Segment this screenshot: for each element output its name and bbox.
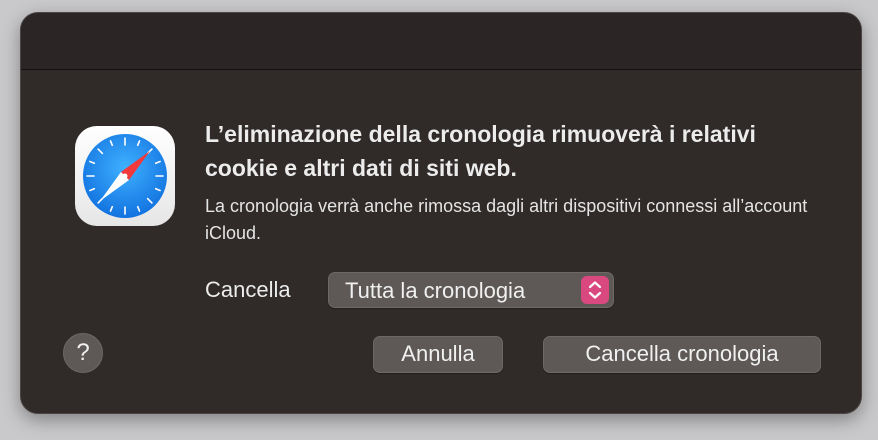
- dialog-titlebar: [21, 13, 861, 70]
- dialog-message: La cronologia verrà anche rimossa dagli …: [205, 196, 808, 243]
- safari-icon: [73, 124, 177, 228]
- clear-history-dialog: L’eliminazione della cronologia rimuover…: [20, 12, 862, 414]
- cancel-button[interactable]: Annulla: [373, 336, 503, 373]
- history-range-select[interactable]: Tutta la cronologia: [328, 272, 614, 308]
- clear-history-button[interactable]: Cancella cronologia: [543, 336, 821, 373]
- history-range-value: Tutta la cronologia: [345, 278, 526, 303]
- updown-chevron-icon: [581, 276, 609, 304]
- dialog-title: L’eliminazione della cronologia rimuover…: [205, 121, 756, 181]
- help-button[interactable]: ?: [63, 333, 103, 373]
- range-label: Cancella: [205, 277, 291, 302]
